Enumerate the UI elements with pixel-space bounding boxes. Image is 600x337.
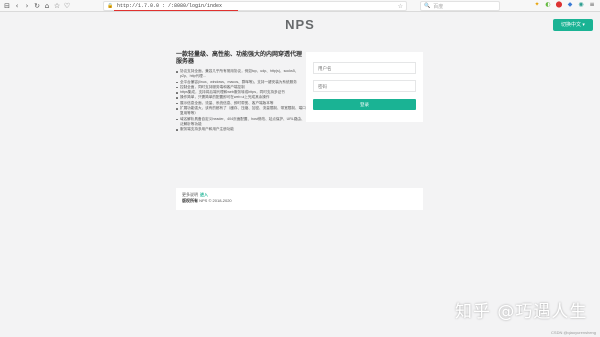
extension-diamond-icon[interactable]: ◆ xyxy=(566,1,574,9)
feature-item: 服务端支持多用户和用户注册功能 xyxy=(176,127,306,132)
home-icon[interactable]: ⌂ xyxy=(43,1,51,11)
browser-toolbar: ⊟ ‹ › ↻ ⌂ ☆ ♡ 🔒 http://1.7.0.0 : /:8080/… xyxy=(0,0,600,12)
extension-circle-icon[interactable]: ⬤ xyxy=(555,1,563,9)
more-info-link[interactable]: 进入 xyxy=(200,192,208,197)
feature-item: 域名解析具备自定义header、404页面配置、host修改、站点保护、URL路… xyxy=(176,117,306,128)
feature-item: 协议支持全面，兼容几乎所有常用协议，例如tcp、udp、http(s)、sock… xyxy=(176,69,306,80)
bookmark-icon[interactable]: ☆ xyxy=(398,3,403,10)
sidebar-icon[interactable]: ⊟ xyxy=(3,1,11,11)
url-underline xyxy=(114,10,238,11)
back-icon[interactable]: ‹ xyxy=(13,1,21,11)
login-button[interactable]: 登录 xyxy=(313,99,416,110)
extension-half-icon[interactable]: ◐ xyxy=(544,1,552,9)
copyright-line: 版权所有 NPS © 2018-2020 xyxy=(182,198,417,204)
star-icon[interactable]: ☆ xyxy=(53,1,61,11)
login-form: 登录 xyxy=(306,52,423,122)
zhihu-watermark: 知乎 @巧遇人生 xyxy=(455,302,588,322)
search-icon: 🔍 xyxy=(424,3,431,9)
copyright-text: NPS © 2018-2020 xyxy=(199,198,232,203)
copyright-label: 版权所有 xyxy=(182,198,198,203)
language-switch-button[interactable]: 切换中文 ▾ xyxy=(553,19,593,31)
extension-icons: ✦ ◐ ⬤ ◆ ◉ ≡ xyxy=(533,1,596,9)
footer-panel: 更多说明 进入 版权所有 NPS © 2018-2020 xyxy=(176,188,423,210)
search-box[interactable]: 🔍 百度 xyxy=(420,1,500,11)
extension-sparkle-icon[interactable]: ✦ xyxy=(533,1,541,9)
more-info-label: 更多说明 xyxy=(182,192,198,197)
reload-icon[interactable]: ↻ xyxy=(33,1,41,11)
extension-target-icon[interactable]: ◉ xyxy=(577,1,585,9)
search-placeholder: 百度 xyxy=(433,3,444,10)
intro-panel: 一款轻量级、高性能、功能强大的内网穿透代理服务器 协议支持全面，兼容几乎所有常用… xyxy=(176,52,306,133)
forward-icon[interactable]: › xyxy=(23,1,31,11)
url-text[interactable]: http://1.7.0.0 : /:8080/login/index xyxy=(117,3,222,9)
lock-icon: 🔒 xyxy=(107,2,114,9)
heart-icon[interactable]: ♡ xyxy=(63,1,71,11)
password-field[interactable] xyxy=(313,80,416,92)
brand-title: NPS xyxy=(285,17,315,32)
csdn-credit: CSDN @qiaoyurensheng xyxy=(551,330,596,335)
address-bar[interactable]: 🔒 http://1.7.0.0 : /:8080/login/index ☆ xyxy=(103,1,407,11)
menu-icon[interactable]: ≡ xyxy=(588,1,596,9)
intro-heading: 一款轻量级、高性能、功能强大的内网穿透代理服务器 xyxy=(176,52,303,65)
feature-item: 扩展功能强大，该有的都有了（缓存、压缩、加密、流量限制、带宽限制、端口复用等等） xyxy=(176,106,306,117)
nav-buttons: ⊟ ‹ › ↻ ⌂ ☆ ♡ xyxy=(3,1,71,11)
feature-list: 协议支持全面，兼容几乎所有常用协议，例如tcp、udp、http(s)、sock… xyxy=(176,69,306,133)
username-field[interactable] xyxy=(313,62,416,74)
